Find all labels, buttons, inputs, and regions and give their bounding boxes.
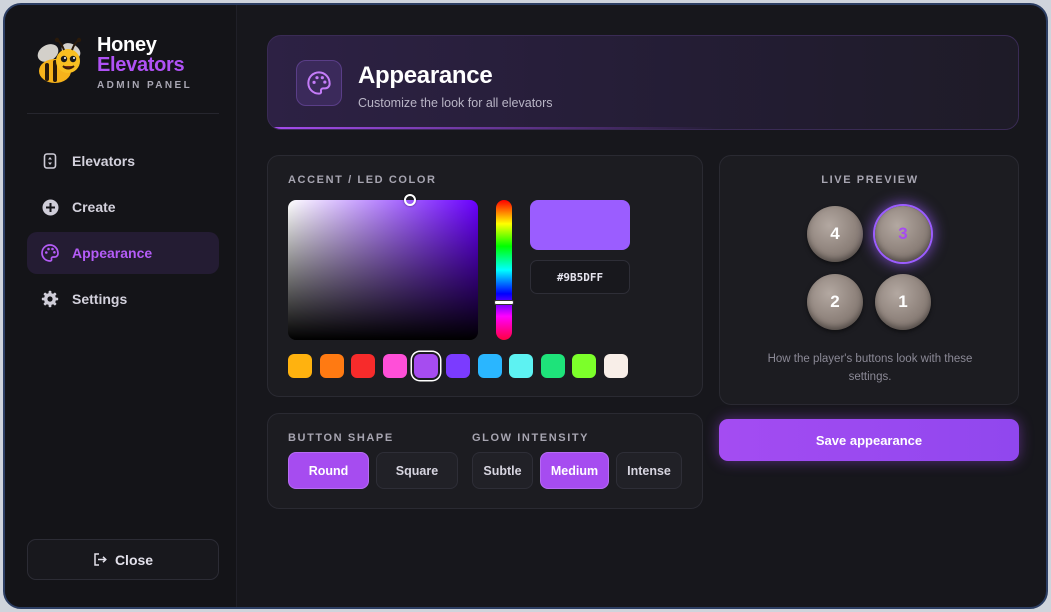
brand-name-accent: Elevators <box>97 54 185 76</box>
color-swatch[interactable] <box>351 354 376 378</box>
shape-square-button[interactable]: Square <box>376 452 458 489</box>
hue-slider[interactable] <box>494 200 514 340</box>
color-swatch[interactable] <box>319 354 344 378</box>
glow-subtle-button[interactable]: Subtle <box>472 452 533 489</box>
preview-floor-button[interactable]: 3 <box>875 206 931 262</box>
saturation-value-handle[interactable] <box>403 194 416 206</box>
preview-floor-button[interactable]: 2 <box>807 274 863 330</box>
glow-intense-button[interactable]: Intense <box>616 452 682 489</box>
preset-swatches <box>288 354 636 378</box>
color-swatch[interactable] <box>382 354 407 378</box>
close-button[interactable]: Close <box>27 539 219 580</box>
page-title: Appearance <box>358 62 493 89</box>
glow-medium-button[interactable]: Medium <box>540 452 609 489</box>
sidebar-item-elevators[interactable]: Elevators <box>27 140 219 182</box>
bee-logo-icon <box>37 37 82 83</box>
sidebar-item-settings[interactable]: Settings <box>27 278 219 320</box>
sidebar-nav: Elevators Create Appearance Settings <box>27 140 219 324</box>
sidebar: Honey Elevators ADMIN PANEL Elevators Cr… <box>5 5 237 607</box>
preview-floor-button[interactable]: 4 <box>807 206 863 262</box>
sidebar-item-label: Settings <box>72 291 128 307</box>
live-preview-panel: LIVE PREVIEW 4 3 2 1 How the player's bu… <box>719 155 1019 405</box>
palette-icon <box>296 60 342 106</box>
app-window: Honey Elevators ADMIN PANEL Elevators Cr… <box>3 3 1048 609</box>
sidebar-item-create[interactable]: Create <box>27 186 219 228</box>
brand-subtitle: ADMIN PANEL <box>97 80 193 91</box>
accent-color-panel: ACCENT / LED COLOR <box>267 155 703 397</box>
color-swatch[interactable] <box>509 354 534 378</box>
color-swatch[interactable] <box>288 354 312 378</box>
color-swatch[interactable] <box>414 354 439 378</box>
saturation-value-picker[interactable] <box>288 194 478 340</box>
elevator-icon <box>41 152 59 170</box>
hue-slider-handle[interactable] <box>494 300 514 306</box>
color-swatch[interactable] <box>540 354 565 378</box>
gear-icon <box>41 290 59 308</box>
page-header: Appearance Customize the look for all el… <box>267 35 1019 130</box>
palette-icon <box>41 244 59 262</box>
close-button-label: Close <box>114 551 154 568</box>
color-swatch[interactable] <box>572 354 597 378</box>
brand: Honey Elevators ADMIN PANEL <box>31 33 221 93</box>
color-swatch[interactable] <box>477 354 502 378</box>
selected-color-preview <box>530 200 630 250</box>
page-subtitle: Customize the look for all elevators <box>358 96 553 110</box>
sidebar-item-label: Create <box>72 199 116 215</box>
color-swatch[interactable] <box>603 354 628 378</box>
sidebar-divider <box>27 113 219 114</box>
color-swatch[interactable] <box>445 354 470 378</box>
sidebar-item-label: Elevators <box>72 153 136 169</box>
button-shape-label: BUTTON SHAPE <box>288 432 394 444</box>
plus-circle-icon <box>41 198 59 216</box>
save-appearance-button[interactable]: Save appearance <box>719 419 1019 461</box>
preview-floor-button[interactable]: 1 <box>875 274 931 330</box>
logout-icon <box>94 553 107 566</box>
sidebar-item-label: Appearance <box>72 245 153 261</box>
glow-intensity-label: GLOW INTENSITY <box>472 432 590 444</box>
shape-round-button[interactable]: Round <box>288 452 369 489</box>
live-preview-label: LIVE PREVIEW <box>821 174 919 186</box>
style-options-panel: BUTTON SHAPE GLOW INTENSITY Round Square… <box>267 413 703 509</box>
hex-color-input[interactable] <box>530 260 630 294</box>
sidebar-item-appearance[interactable]: Appearance <box>27 232 219 274</box>
preview-caption: How the player's buttons look with these… <box>767 353 973 383</box>
accent-color-label: ACCENT / LED COLOR <box>288 174 437 186</box>
